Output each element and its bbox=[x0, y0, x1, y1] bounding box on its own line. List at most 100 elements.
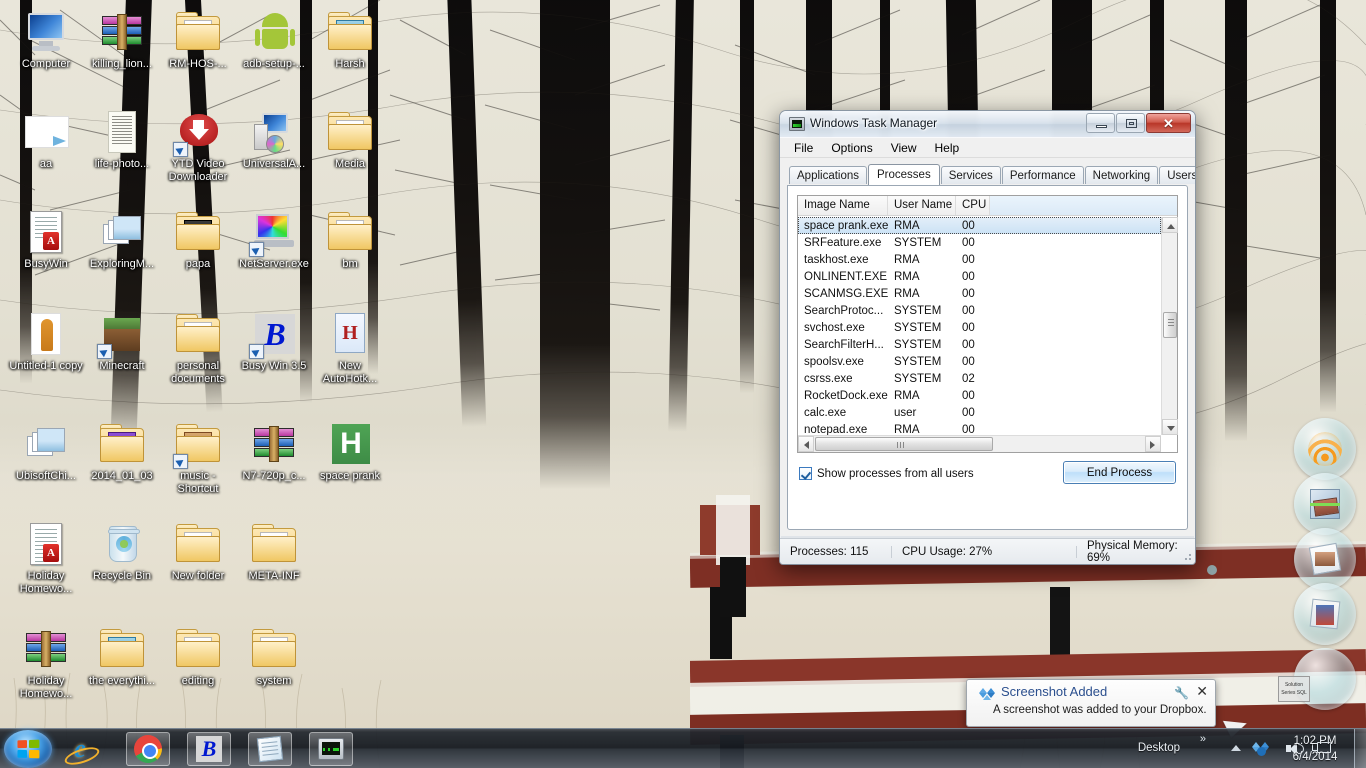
task-manager-window[interactable]: Windows Task Manager ✕ File Options View… bbox=[779, 110, 1196, 565]
process-row[interactable]: calc.exe user 00 bbox=[798, 404, 1161, 421]
dropbox-notification[interactable]: Screenshot Added A screenshot was added … bbox=[966, 679, 1216, 727]
end-process-button[interactable]: End Process bbox=[1063, 461, 1176, 484]
photo-viewer-dock-icon[interactable] bbox=[1294, 583, 1356, 645]
vertical-scrollbar[interactable] bbox=[1161, 217, 1178, 435]
process-row[interactable]: SCANMSG.EXE RMA 00 bbox=[798, 285, 1161, 302]
desktop-icon-media[interactable]: Media bbox=[312, 108, 388, 171]
desktop-icon-rm-hos[interactable]: RM-HOS-... bbox=[160, 8, 236, 71]
desktop-icon-new-autohotk[interactable]: H New AutoHotk... bbox=[312, 310, 388, 385]
taskbar-busywin[interactable]: B bbox=[187, 732, 231, 766]
tab-performance[interactable]: Performance bbox=[1001, 166, 1084, 184]
hscrollbar-thumb[interactable] bbox=[815, 437, 993, 451]
process-row[interactable]: space prank.exe RMA 00 bbox=[798, 217, 1161, 234]
process-row[interactable]: svchost.exe SYSTEM 00 bbox=[798, 319, 1161, 336]
desktop-icon-harsh[interactable]: Harsh bbox=[312, 8, 388, 71]
tab-processes[interactable]: Processes bbox=[868, 164, 940, 185]
show-desktop-button[interactable] bbox=[1354, 729, 1366, 768]
desktop-icon-the-everythi[interactable]: the everythi... bbox=[84, 625, 160, 688]
start-button[interactable] bbox=[4, 730, 52, 768]
menu-options[interactable]: Options bbox=[823, 139, 880, 157]
desktop-icon-universala[interactable]: UniversalA... bbox=[236, 108, 312, 171]
dropbox-tray-icon[interactable] bbox=[1252, 741, 1270, 757]
column-header-image-name[interactable]: Image Name bbox=[798, 196, 888, 215]
desktop-icon-recycle-bin[interactable]: Recycle Bin bbox=[84, 520, 160, 583]
picture-dock-icon[interactable] bbox=[1294, 528, 1356, 590]
taskbar-internet-explorer[interactable]: e bbox=[58, 732, 102, 766]
title-bar[interactable]: Windows Task Manager ✕ bbox=[780, 111, 1195, 138]
process-row[interactable]: SearchFilterH... SYSTEM 00 bbox=[798, 336, 1161, 353]
menu-view[interactable]: View bbox=[883, 139, 925, 157]
desktop-icon-aa[interactable]: aa bbox=[8, 108, 84, 171]
desktop-icon-untitled-1-copy[interactable]: Untitled-1 copy bbox=[8, 310, 84, 373]
process-row[interactable]: taskhost.exe RMA 00 bbox=[798, 251, 1161, 268]
window-controls[interactable]: ✕ bbox=[1086, 113, 1191, 133]
scroll-down-arrow-icon[interactable] bbox=[1162, 419, 1178, 435]
clock[interactable]: 1:02 PM 6/4/2014 bbox=[1282, 733, 1348, 765]
desktop-icon-computer[interactable]: Computer bbox=[8, 8, 84, 71]
scroll-left-arrow-icon[interactable] bbox=[798, 436, 814, 452]
desktop-icon-space-prank[interactable]: Hspace prank bbox=[312, 420, 388, 483]
desktop-icon-busy-win-3-5[interactable]: B Busy Win 3.5 bbox=[236, 310, 312, 373]
process-row[interactable]: spoolsv.exe SYSTEM 00 bbox=[798, 353, 1161, 370]
desktop-icon-adb-setup[interactable]: adb-setup-... bbox=[236, 8, 312, 71]
scroll-right-arrow-icon[interactable] bbox=[1145, 436, 1161, 452]
process-row[interactable]: SearchProtoc... SYSTEM 00 bbox=[798, 302, 1161, 319]
toolbar-overflow-chevron-icon[interactable]: » bbox=[1200, 733, 1206, 745]
desktop[interactable]: Computer killing_lion... RM-HOS-... adb-set… bbox=[0, 0, 1366, 768]
taskbar-notepad[interactable] bbox=[248, 732, 292, 766]
desktop-icon-minecraft[interactable]: Minecraft bbox=[84, 310, 160, 373]
process-list[interactable]: Image Name User Name CPU space prank.exe… bbox=[797, 195, 1178, 453]
taskbar-task-manager[interactable] bbox=[309, 732, 353, 766]
tab-users[interactable]: Users bbox=[1159, 166, 1195, 184]
taskbar[interactable]: e B Desktop » 1:02 PM 6/4/2014 bbox=[0, 728, 1366, 768]
taskbar-google-chrome[interactable] bbox=[126, 732, 170, 766]
desktop-icon-music-shortcut[interactable]: music - Shortcut bbox=[160, 420, 236, 495]
process-row[interactable]: csrss.exe SYSTEM 02 bbox=[798, 370, 1161, 387]
photo-album-dock-icon[interactable] bbox=[1294, 473, 1356, 535]
show-hidden-icons-arrow-icon[interactable] bbox=[1231, 745, 1241, 751]
desktop-icon-holiday-homewo[interactable]: Holiday Homewo... bbox=[8, 625, 84, 700]
desktop-icon-life-photo[interactable]: life-photo... bbox=[84, 108, 160, 171]
column-header-blank[interactable] bbox=[990, 196, 1177, 215]
desktop-icon-new-folder[interactable]: New folder bbox=[160, 520, 236, 583]
desktop-icon-busywin[interactable]: A BusyWin bbox=[8, 208, 84, 271]
desktop-toolbar-label[interactable]: Desktop bbox=[1138, 742, 1180, 754]
desktop-icon-holiday-homewo[interactable]: A Holiday Homewo... bbox=[8, 520, 84, 595]
desktop-icon-2014-01-03[interactable]: 2014_01_03 bbox=[84, 420, 160, 483]
process-row[interactable]: SRFeature.exe SYSTEM 00 bbox=[798, 234, 1161, 251]
column-header-user-name[interactable]: User Name bbox=[888, 196, 956, 215]
desktop-icon-exploringm[interactable]: ExploringM... bbox=[84, 208, 160, 271]
desktop-icon-killing-lion[interactable]: killing_lion... bbox=[84, 8, 160, 71]
close-button[interactable]: ✕ bbox=[1146, 113, 1191, 133]
horizontal-scrollbar[interactable] bbox=[798, 435, 1161, 452]
desktop-icon-system[interactable]: system bbox=[236, 625, 312, 688]
tab-strip[interactable]: Applications Processes Services Performance… bbox=[787, 164, 1195, 185]
desktop-icon-meta-inf[interactable]: META-INF bbox=[236, 520, 312, 583]
wifi-dock-icon[interactable] bbox=[1294, 418, 1356, 480]
desktop-icon-ytd-video-downloader[interactable]: YTD Video Downloader bbox=[160, 108, 236, 183]
process-row[interactable]: notepad.exe RMA 00 bbox=[798, 421, 1161, 436]
desktop-icon-papa[interactable]: papa bbox=[160, 208, 236, 271]
menu-bar[interactable]: File Options View Help bbox=[780, 138, 1195, 158]
desktop-icon-ubisoftchi[interactable]: UbisoftChi... bbox=[8, 420, 84, 483]
desktop-icon-editing[interactable]: editing bbox=[160, 625, 236, 688]
menu-file[interactable]: File bbox=[786, 139, 821, 157]
process-row[interactable]: RocketDock.exe RMA 00 bbox=[798, 387, 1161, 404]
tab-services[interactable]: Services bbox=[940, 166, 1001, 184]
maximize-button[interactable] bbox=[1116, 113, 1145, 133]
resize-grip-icon[interactable] bbox=[1182, 551, 1192, 561]
process-row[interactable]: ONLINENT.EXE RMA 00 bbox=[798, 268, 1161, 285]
tab-applications[interactable]: Applications bbox=[789, 166, 868, 184]
desktop-icon-personal-documents[interactable]: personal documents bbox=[160, 310, 236, 385]
wrench-icon[interactable]: 🔧 bbox=[1174, 686, 1189, 700]
checkbox-icon[interactable] bbox=[799, 467, 812, 480]
process-rows[interactable]: space prank.exe RMA 00 SRFeature.exe SYSTEM 0… bbox=[798, 217, 1161, 435]
column-header-cpu[interactable]: CPU bbox=[956, 196, 990, 215]
desktop-icon-bm[interactable]: bm bbox=[312, 208, 388, 271]
process-list-header[interactable]: Image Name User Name CPU bbox=[798, 196, 1177, 216]
desktop-icon-n7-720p-c[interactable]: N7-720p_c... bbox=[236, 420, 312, 483]
scroll-up-arrow-icon[interactable] bbox=[1162, 217, 1178, 233]
minimize-button[interactable] bbox=[1086, 113, 1115, 133]
menu-help[interactable]: Help bbox=[927, 139, 968, 157]
show-all-users-checkbox[interactable]: Show processes from all users bbox=[799, 467, 974, 480]
